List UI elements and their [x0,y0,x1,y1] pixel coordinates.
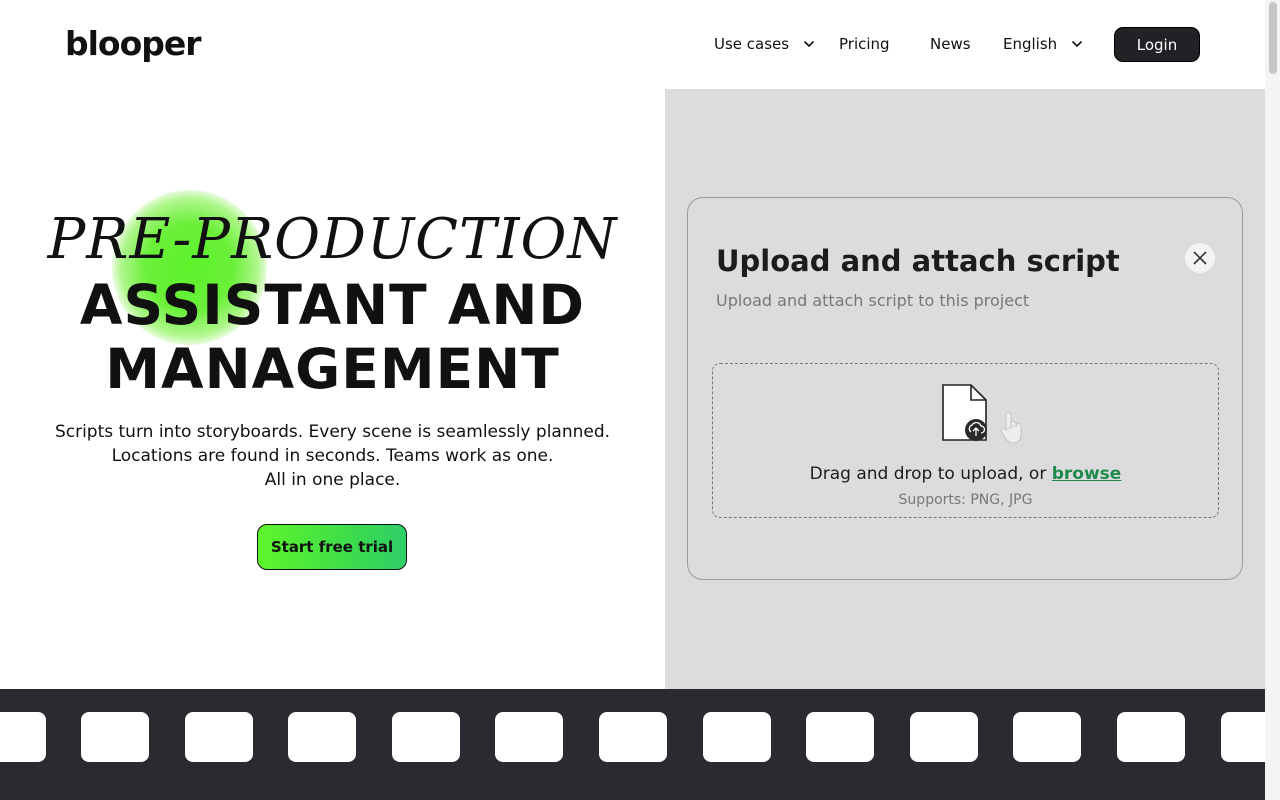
login-button[interactable]: Login [1114,27,1200,62]
modal-subtitle: Upload and attach script to this project [716,291,1030,310]
close-icon [1193,251,1207,265]
hero-subtitle-line: Scripts turn into storyboards. Every sce… [54,422,611,442]
hero-title-line2: ASSISTANT AND [79,273,586,337]
nav-news[interactable]: News [930,27,971,61]
film-frame [806,712,874,762]
close-button[interactable] [1185,243,1215,273]
scrollbar-thumb[interactable] [1269,2,1277,74]
language-label: English [1003,35,1058,53]
film-frame [81,712,149,762]
film-frame [1221,712,1265,762]
hero-subtitle-line: All in one place. [264,470,401,490]
film-frame [703,712,771,762]
hand-cursor-icon [1000,411,1022,444]
modal-title: Upload and attach script [716,244,1120,278]
hero-title-line1: PRE-PRODUCTION [47,207,618,272]
film-frame [1013,712,1081,762]
film-frame [0,712,46,762]
demo-panel: Upload and attach script Upload and atta… [665,89,1265,689]
nav-news-label: News [930,35,971,53]
language-selector[interactable]: English [1003,27,1083,61]
logo[interactable]: blooper [65,24,202,64]
film-frame [910,712,978,762]
nav-pricing[interactable]: Pricing [839,27,890,61]
upload-modal: Upload and attach script Upload and atta… [687,197,1243,580]
nav-pricing-label: Pricing [839,35,890,53]
dropzone-text: Drag and drop to upload, or browse [713,464,1218,484]
chevron-down-icon [1072,40,1083,48]
film-frame [392,712,460,762]
hero-title-line3: MANAGEMENT [105,337,560,401]
nav-use-cases-label: Use cases [714,35,790,53]
upload-dropzone[interactable]: Drag and drop to upload, or browse Suppo… [712,363,1219,518]
site-header: blooper Use cases Pricing News English L… [0,0,1265,88]
film-frame [495,712,563,762]
page-scrollbar[interactable] [1265,0,1280,800]
film-frame [1117,712,1185,762]
film-frame [185,712,253,762]
drop-instruction: Drag and drop to upload, or [809,464,1047,484]
film-strip [0,689,1265,800]
chevron-down-icon [804,40,815,48]
hero-subtitle: Scripts turn into storyboards. Every sce… [40,420,625,492]
film-frame [288,712,356,762]
file-upload-icon [942,384,987,441]
hero-subtitle-line: Locations are found in seconds. Teams wo… [111,446,554,466]
supported-formats: Supports: PNG, JPG [898,492,1033,508]
nav-use-cases[interactable]: Use cases [714,27,815,61]
start-free-trial-button[interactable]: Start free trial [257,524,407,570]
browse-link[interactable]: browse [1052,464,1122,484]
film-frame [599,712,667,762]
